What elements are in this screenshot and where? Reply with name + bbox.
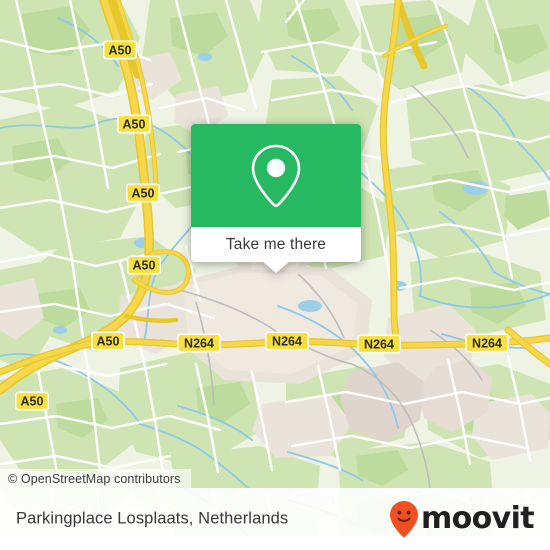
road-shield-label: A50 <box>21 394 44 408</box>
road-shield-n264-7: N264 <box>265 331 309 351</box>
moovit-logo[interactable]: moovit <box>389 500 535 538</box>
popup-pointer-tail <box>263 262 289 273</box>
popup-header <box>191 124 361 227</box>
moovit-smiley-pin-icon <box>389 501 418 538</box>
moovit-location-screenshot: A50 A50 A50 A50 A50 A50 N264 N264 N264 N264 © Ope… <box>0 0 550 550</box>
moovit-wordmark: moovit <box>420 501 535 536</box>
road-shield-label: A50 <box>132 186 155 200</box>
location-title: Parkingplace Losplaats, Netherlands <box>16 509 289 528</box>
road-shield-a50-5: A50 <box>15 391 49 411</box>
road-shield-n264-8: N264 <box>357 334 401 354</box>
road-shield-label: N264 <box>472 336 502 350</box>
take-me-there-button[interactable]: Take me there <box>191 227 361 262</box>
osm-attribution: © OpenStreetMap contributors <box>0 469 191 488</box>
road-shield-label: A50 <box>97 334 120 348</box>
road-shield-label: N264 <box>184 336 214 350</box>
road-shield-label: N264 <box>364 337 394 351</box>
road-shield-label: A50 <box>123 117 146 131</box>
road-shield-a50-3: A50 <box>127 255 161 275</box>
location-popup-card[interactable]: Take me there <box>191 124 361 273</box>
road-shield-a50-1: A50 <box>117 114 151 134</box>
location-pin-icon <box>251 144 301 207</box>
footer-bar: A50A50A50A50A50A50N264N264N264N264 Parki… <box>0 488 550 550</box>
road-shield-n264-9: N264 <box>465 333 509 353</box>
road-shield-n264-6: N264 <box>177 333 221 353</box>
road-shield-label: N264 <box>272 334 302 348</box>
road-shield-label: A50 <box>109 43 132 57</box>
road-shield-a50-0: A50 <box>103 40 137 60</box>
road-shield-label: A50 <box>133 258 156 272</box>
road-shield-a50-2: A50 <box>126 183 160 203</box>
road-shield-a50-4: A50 <box>91 331 125 351</box>
